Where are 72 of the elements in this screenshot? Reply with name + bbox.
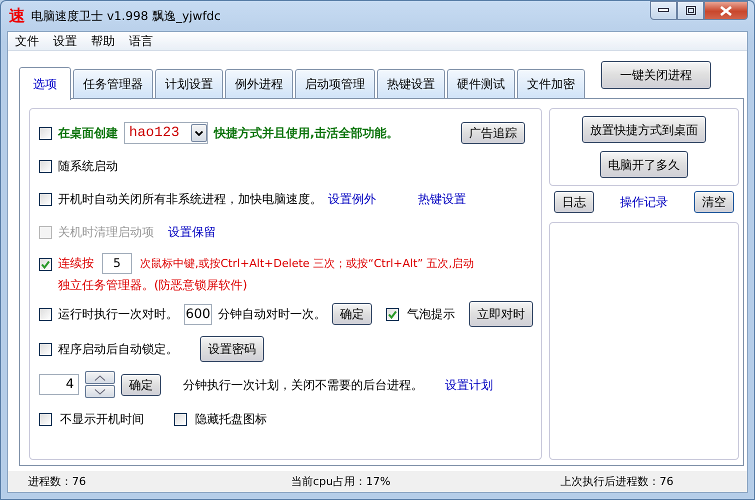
tab[interactable]: 热键设置 <box>377 69 445 99</box>
up-icon <box>94 374 106 381</box>
tab[interactable]: 任务管理器 <box>73 69 153 99</box>
option-label: 关机时清理启动项 <box>58 224 154 240</box>
checkbox[interactable] <box>39 126 52 140</box>
shortcut-dropdown[interactable]: hao123 <box>124 122 208 144</box>
option-label: 分钟执行一次计划，关闭不需要的后台进程。 <box>183 378 423 392</box>
link[interactable]: 热键设置 <box>418 192 466 206</box>
tab[interactable]: 选项 <box>19 67 71 100</box>
menu-item[interactable]: 设置 <box>46 32 84 50</box>
menu-item[interactable]: 帮助 <box>84 32 122 50</box>
tab[interactable]: 例外进程 <box>225 69 293 99</box>
action-button[interactable]: 电脑开了多久 <box>600 151 688 178</box>
checkbox[interactable] <box>386 308 399 321</box>
close-button[interactable] <box>704 1 748 20</box>
window-title: 电脑速度卫士 v1.998 飘逸_yjwfdc <box>31 8 221 24</box>
tab[interactable]: 启动项管理 <box>295 69 375 99</box>
checkbox[interactable] <box>39 258 52 271</box>
spin-down-button[interactable] <box>85 385 115 398</box>
option-label: 运行时执行一次对时。 <box>58 307 178 322</box>
minimize-icon <box>658 8 669 13</box>
checkbox[interactable] <box>39 192 52 206</box>
check-icon <box>388 310 397 319</box>
option-label: 快捷方式并且使用,击活全部功能。 <box>214 126 399 140</box>
close-icon <box>720 6 732 16</box>
tab[interactable]: 文件加密 <box>517 69 585 99</box>
option-label: 独立任务管理器。(防恶意锁屏软件) <box>58 278 248 292</box>
caret-icon <box>191 124 207 142</box>
menu-item[interactable]: 语言 <box>122 32 160 50</box>
link[interactable]: 设置例外 <box>328 192 376 206</box>
count-field[interactable]: 5 <box>102 253 132 274</box>
tab[interactable]: 计划设置 <box>155 69 223 99</box>
action-button[interactable]: 放置快捷方式到桌面 <box>582 116 706 143</box>
log-link[interactable]: 操作记录 <box>620 194 668 210</box>
interval-field[interactable]: 4 <box>39 374 79 396</box>
tab[interactable]: 硬件测试 <box>447 69 515 99</box>
check-icon <box>41 260 50 269</box>
spin-up-button[interactable] <box>85 371 115 384</box>
option-label: 次鼠标中键,或按Ctrl+Alt+Delete 三次；或按“Ctrl+Alt” 五次,启动 <box>140 256 474 270</box>
minutes-field[interactable]: 600 <box>184 304 212 325</box>
maximize-icon <box>686 6 696 15</box>
option-label: 连续按 <box>58 256 94 271</box>
log-button[interactable]: 日志 <box>554 191 594 213</box>
checkbox[interactable] <box>39 308 52 321</box>
sync-now-button[interactable]: 立即对时 <box>469 301 533 328</box>
set-password-button[interactable]: 设置密码 <box>200 336 264 362</box>
menu-item[interactable]: 文件 <box>8 32 46 50</box>
checkbox[interactable] <box>174 412 187 426</box>
option-label: 分钟自动对时一次。 <box>218 307 326 322</box>
option-label: 程序启动后自动锁定。 <box>58 342 178 357</box>
option-label: 不显示开机时间 <box>60 412 144 427</box>
confirm-button[interactable]: 确定 <box>121 374 161 396</box>
option-label: 在桌面创建 <box>58 126 118 140</box>
status-text: 当前cpu占用：17% <box>291 475 390 489</box>
checkbox[interactable] <box>39 342 52 356</box>
status-text: 上次执行后进程数：76 <box>560 475 674 489</box>
option-label: 随系统启动 <box>58 158 118 174</box>
down-icon <box>94 388 106 395</box>
option-label: 隐藏托盘图标 <box>195 412 267 427</box>
status-text: 进程数：76 <box>28 475 86 489</box>
checkbox[interactable] <box>39 160 52 172</box>
app-icon: 速 <box>9 6 25 26</box>
maximize-button[interactable] <box>677 1 704 20</box>
confirm-button[interactable]: 确定 <box>332 303 372 326</box>
clear-button[interactable]: 清空 <box>694 191 734 213</box>
option-label: 气泡提示 <box>407 307 455 322</box>
option-label: 开机时自动关闭所有非系统进程，加快电脑速度。 <box>58 192 322 206</box>
ad-tracking-button[interactable]: 广告追踪 <box>461 122 525 144</box>
link[interactable]: 设置计划 <box>445 378 493 392</box>
checkbox[interactable] <box>39 412 52 426</box>
close-processes-button[interactable]: 一键关闭进程 <box>601 61 711 89</box>
minimize-button[interactable] <box>650 1 677 20</box>
